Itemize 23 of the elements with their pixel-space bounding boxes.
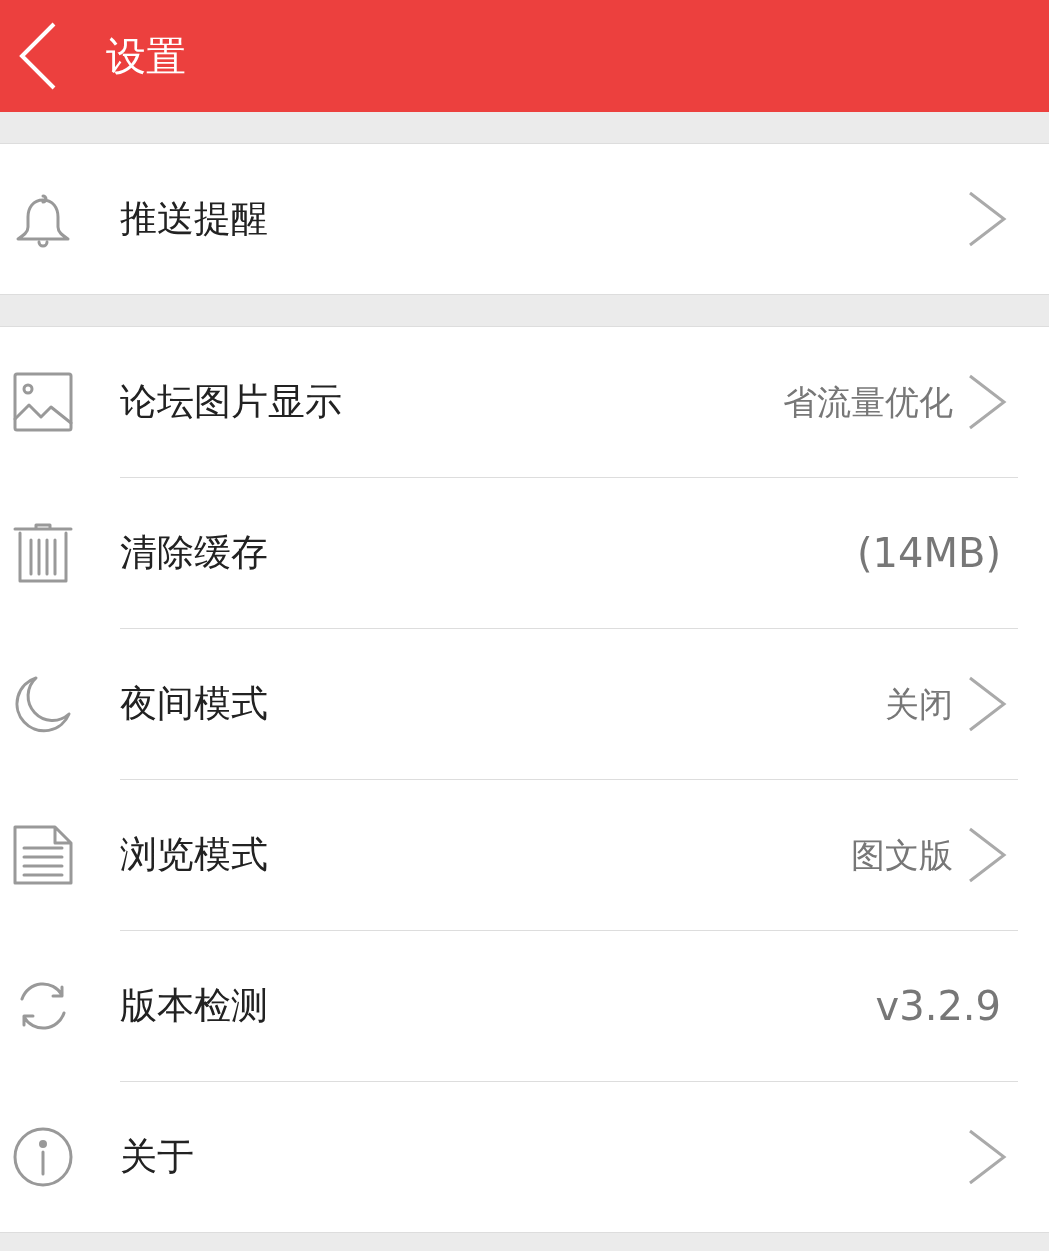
setting-value: v3.2.9 <box>875 982 1001 1031</box>
setting-label[interactable]: 关于 <box>120 1129 194 1185</box>
setting-label[interactable]: 清除缓存 <box>120 525 268 581</box>
chevron-right-icon[interactable] <box>967 676 1007 732</box>
setting-value: 省流量优化 <box>783 380 953 424</box>
setting-value: 图文版 <box>851 833 953 877</box>
setting-label[interactable]: 版本检测 <box>120 978 268 1034</box>
setting-label[interactable]: 论坛图片显示 <box>120 374 342 430</box>
chevron-right-icon[interactable] <box>967 191 1007 247</box>
document-icon <box>12 824 74 886</box>
back-icon <box>18 21 58 91</box>
setting-label[interactable]: 推送提醒 <box>120 191 268 247</box>
setting-label[interactable]: 夜间模式 <box>120 676 268 732</box>
chevron-right-icon[interactable] <box>967 827 1007 883</box>
setting-label[interactable]: 浏览模式 <box>120 827 268 883</box>
setting-value: 关闭 <box>885 682 953 726</box>
chevron-right-icon[interactable] <box>967 1129 1007 1185</box>
info-icon <box>12 1126 74 1188</box>
page-title: 设置 <box>106 32 186 81</box>
image-icon <box>12 371 74 433</box>
setting-value: (14MB) <box>856 529 1001 578</box>
chevron-right-icon[interactable] <box>967 374 1007 430</box>
trash-icon <box>12 522 74 584</box>
